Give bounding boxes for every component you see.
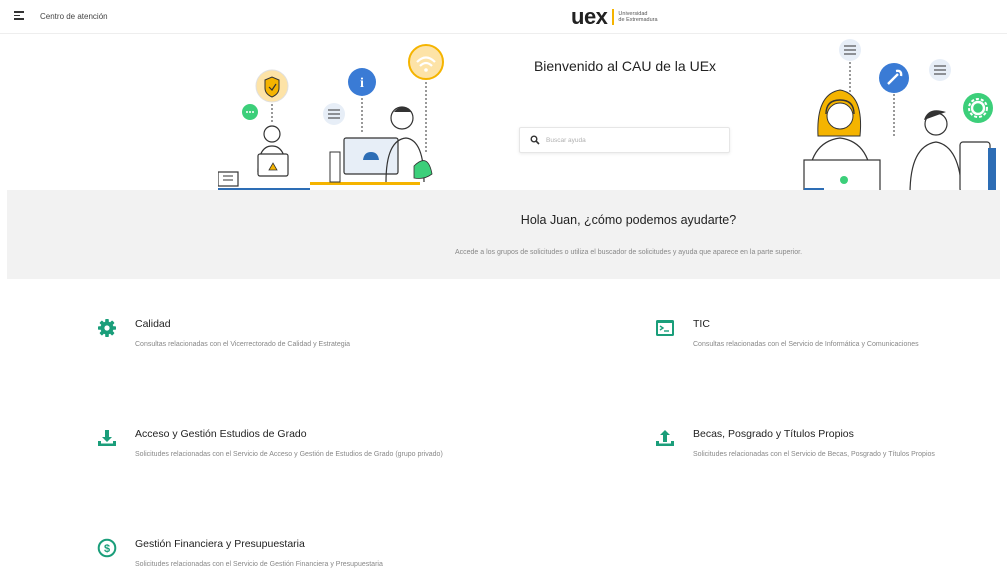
greeting-section: Hola Juan, ¿cómo podemos ayudarte? Acced… — [7, 190, 1000, 279]
support-illustration-left: i — [218, 44, 444, 192]
logo-line-1: Universidad — [618, 10, 648, 17]
help-search-box[interactable] — [519, 127, 730, 153]
category-gestion-financiera[interactable]: $ Gestión Financiera y Presupuestaria So… — [97, 538, 557, 578]
svg-text:i: i — [360, 76, 364, 91]
top-bar: Centro de atención uex Universidad de Ex… — [0, 0, 1007, 34]
logo-line-2: de Extremadura — [618, 17, 658, 23]
search-icon — [530, 135, 540, 145]
upload-icon — [656, 430, 674, 446]
category-title: Becas, Posgrado y Títulos Propios — [693, 428, 854, 440]
category-becas-posgrado[interactable]: Becas, Posgrado y Títulos Propios Solici… — [655, 428, 995, 468]
category-calidad[interactable]: Calidad Consultas relacionadas con el Vi… — [97, 318, 557, 358]
category-description: Solicitudes relacionadas con el Servicio… — [693, 451, 935, 458]
logo-subtitle: Universidad de Extremadura — [618, 11, 657, 24]
greeting-subtitle: Accede a los grupos de solicitudes o uti… — [454, 249, 803, 256]
menu-icon[interactable] — [14, 11, 24, 21]
service-desk-link[interactable]: Centro de atención — [40, 12, 108, 21]
category-tic[interactable]: TIC Consultas relacionadas con el Servic… — [655, 318, 995, 358]
category-title: Calidad — [135, 318, 171, 330]
support-illustration-right — [803, 39, 996, 194]
dollar-icon: $ — [97, 538, 117, 558]
category-description: Solicitudes relacionadas con el Servicio… — [135, 451, 443, 458]
category-title: TIC — [693, 318, 710, 330]
logo-divider — [612, 9, 615, 25]
hero-banner: i Bienvenido al CAU de la UEx — [0, 34, 1007, 194]
uex-logo[interactable]: uex Universidad de Extremadura — [571, 4, 658, 29]
category-description: Consultas relacionadas con el Servicio d… — [693, 341, 919, 348]
category-description: Solicitudes relacionadas con el Servicio… — [135, 561, 383, 568]
download-icon — [98, 430, 116, 446]
category-description: Consultas relacionadas con el Vicerrecto… — [135, 341, 351, 348]
svg-text:$: $ — [104, 543, 110, 555]
gear-icon — [98, 319, 116, 337]
page-title: Bienvenido al CAU de la UEx — [533, 58, 717, 74]
terminal-icon — [656, 320, 674, 336]
category-acceso-grado[interactable]: Acceso y Gestión Estudios de Grado Solic… — [97, 428, 557, 468]
category-title: Gestión Financiera y Presupuestaria — [135, 538, 305, 550]
search-input[interactable] — [546, 136, 726, 144]
category-title: Acceso y Gestión Estudios de Grado — [135, 428, 307, 440]
greeting-title: Hola Juan, ¿cómo podemos ayudarte? — [520, 213, 737, 227]
logo-brand: uex — [571, 4, 608, 29]
